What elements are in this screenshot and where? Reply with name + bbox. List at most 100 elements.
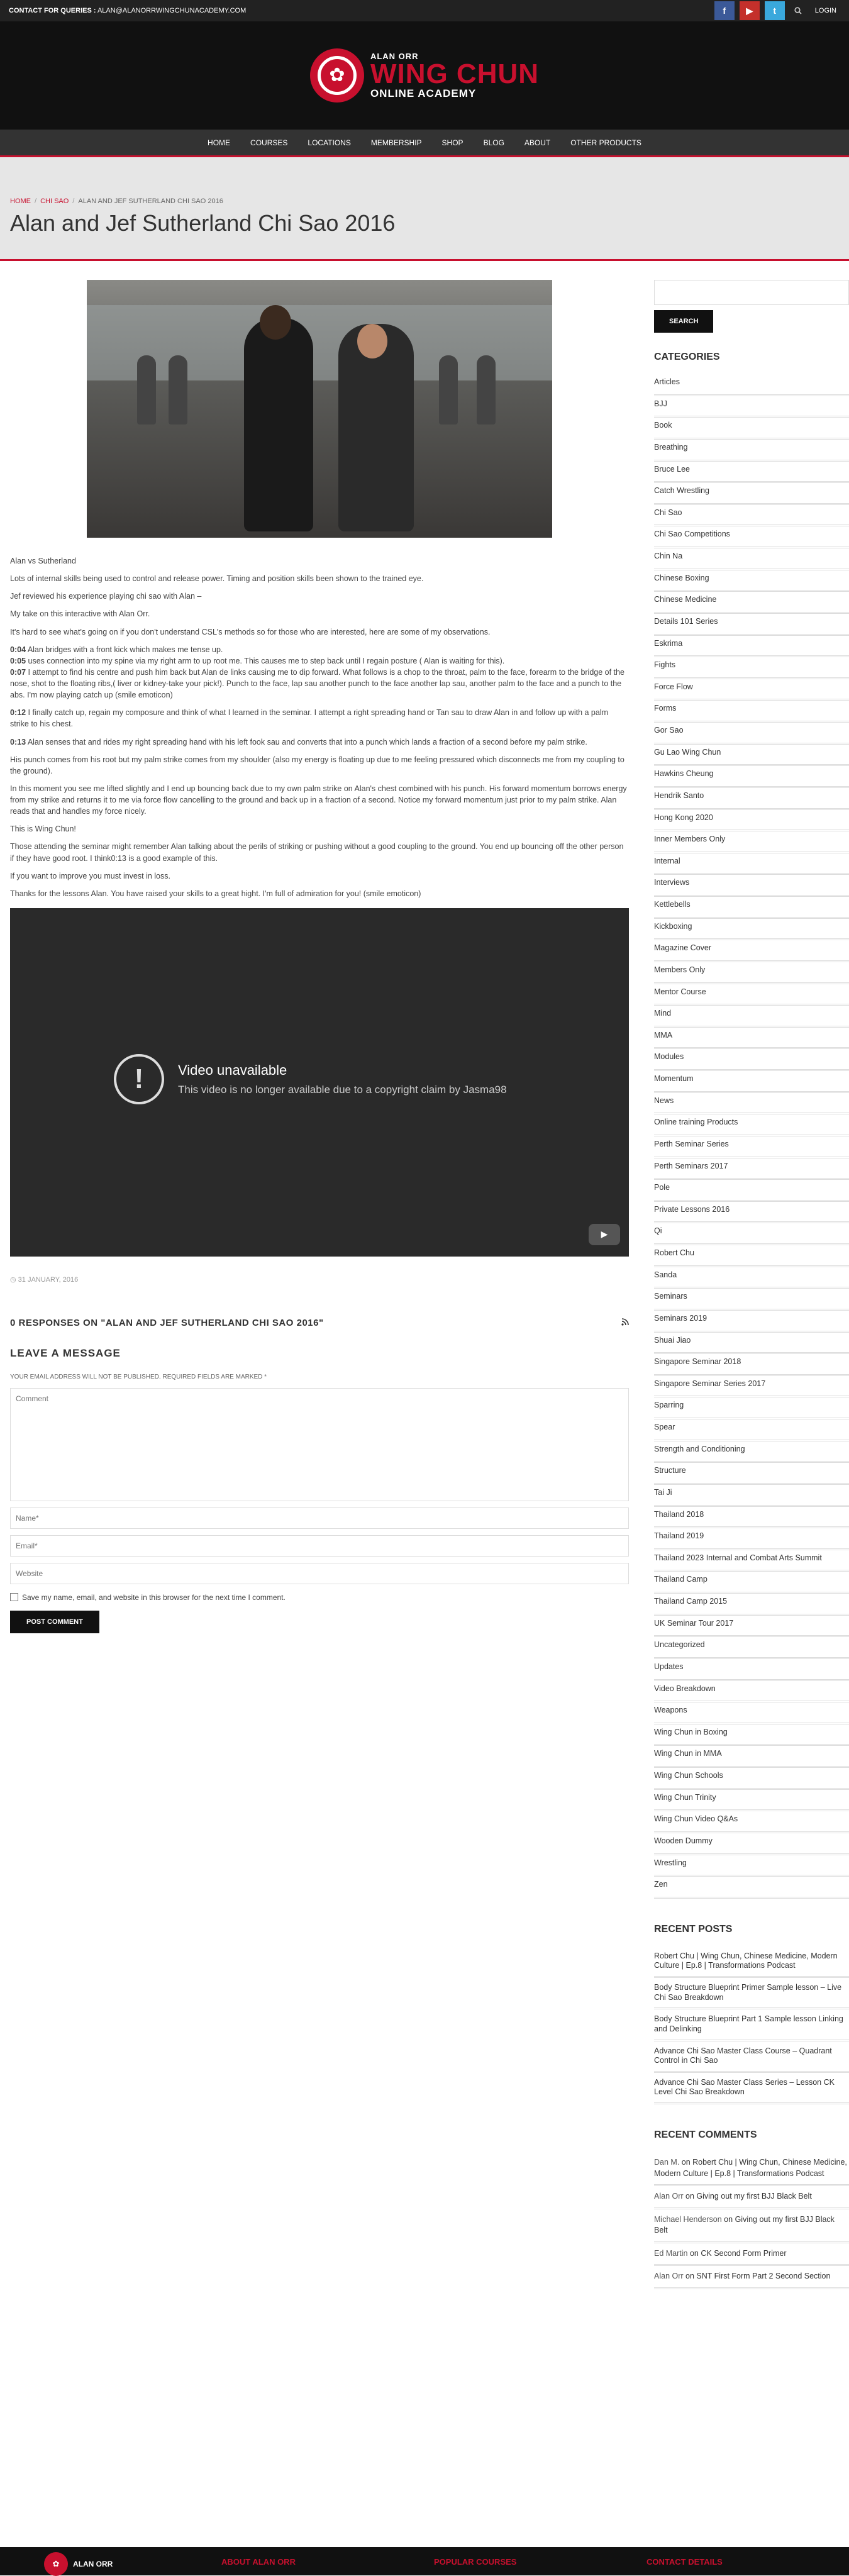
nav-courses[interactable]: COURSES — [240, 138, 297, 147]
category-item[interactable]: Members Only — [654, 962, 849, 984]
category-item[interactable]: Thailand 2018 — [654, 1507, 849, 1529]
search-icon[interactable] — [790, 1, 806, 20]
category-item[interactable]: Wing Chun in MMA — [654, 1746, 849, 1768]
login-link[interactable]: LOGIN — [811, 7, 840, 14]
save-info-checkbox[interactable] — [10, 1593, 18, 1602]
category-item[interactable]: Kickboxing — [654, 919, 849, 941]
category-item[interactable]: Video Breakdown — [654, 1681, 849, 1703]
category-item[interactable]: Tai Ji — [654, 1485, 849, 1507]
category-item[interactable]: Chinese Boxing — [654, 570, 849, 592]
category-item[interactable]: Seminars 2019 — [654, 1311, 849, 1333]
comment-post-link[interactable]: CK Second Form Primer — [701, 2249, 786, 2258]
category-item[interactable]: Eskrima — [654, 636, 849, 658]
category-item[interactable]: News — [654, 1093, 849, 1115]
category-item[interactable]: MMA — [654, 1028, 849, 1050]
category-item[interactable]: Bruce Lee — [654, 462, 849, 484]
category-item[interactable]: Chin Na — [654, 548, 849, 570]
category-item[interactable]: Gu Lao Wing Chun — [654, 745, 849, 767]
category-item[interactable]: Catch Wrestling — [654, 483, 849, 505]
nav-shop[interactable]: SHOP — [432, 138, 474, 147]
nav-locations[interactable]: LOCATIONS — [297, 138, 360, 147]
category-item[interactable]: Structure — [654, 1463, 849, 1485]
category-item[interactable]: Seminars — [654, 1289, 849, 1311]
recent-post-item[interactable]: Advance Chi Sao Master Class Series – Le… — [654, 2073, 849, 2104]
category-item[interactable]: Details 101 Series — [654, 614, 849, 636]
category-item[interactable]: Modules — [654, 1049, 849, 1071]
sidebar-search-input[interactable] — [654, 280, 849, 305]
category-item[interactable]: Internal — [654, 853, 849, 875]
category-item[interactable]: Robert Chu — [654, 1245, 849, 1267]
recent-post-item[interactable]: Body Structure Blueprint Primer Sample l… — [654, 1978, 849, 2010]
youtube-icon[interactable]: ▶ — [739, 1, 760, 20]
category-item[interactable]: Wrestling — [654, 1855, 849, 1877]
category-item[interactable]: Thailand Camp — [654, 1572, 849, 1594]
category-item[interactable]: Singapore Seminar 2018 — [654, 1354, 849, 1376]
category-item[interactable]: Updates — [654, 1659, 849, 1681]
category-item[interactable]: Perth Seminars 2017 — [654, 1158, 849, 1180]
category-item[interactable]: Thailand 2023 Internal and Combat Arts S… — [654, 1550, 849, 1572]
nav-home[interactable]: HOME — [197, 138, 240, 147]
category-item[interactable]: Gor Sao — [654, 723, 849, 745]
email-input[interactable] — [10, 1535, 629, 1557]
nav-about[interactable]: ABOUT — [514, 138, 560, 147]
contact-email-link[interactable]: ALAN@ALANORRWINGCHUNACADEMY.COM — [97, 7, 246, 14]
category-item[interactable]: Mind — [654, 1006, 849, 1028]
category-item[interactable]: Force Flow — [654, 679, 849, 701]
twitter-icon[interactable]: t — [764, 1, 785, 20]
category-item[interactable]: Wing Chun in Boxing — [654, 1724, 849, 1746]
recent-post-item[interactable]: Robert Chu | Wing Chun, Chinese Medicine… — [654, 1946, 849, 1978]
category-item[interactable]: UK Seminar Tour 2017 — [654, 1616, 849, 1638]
video-embed[interactable]: ! Video unavailable This video is no lon… — [10, 908, 629, 1257]
category-item[interactable]: Sanda — [654, 1267, 849, 1289]
name-input[interactable] — [10, 1507, 629, 1529]
rss-icon[interactable] — [621, 1318, 629, 1328]
category-item[interactable]: Spear — [654, 1419, 849, 1441]
category-item[interactable]: Wooden Dummy — [654, 1833, 849, 1855]
category-item[interactable]: Book — [654, 418, 849, 440]
category-item[interactable]: Inner Members Only — [654, 831, 849, 853]
website-input[interactable] — [10, 1562, 629, 1584]
category-item[interactable]: Kettlebells — [654, 897, 849, 919]
category-item[interactable]: Articles — [654, 374, 849, 396]
category-item[interactable]: Shuai Jiao — [654, 1333, 849, 1355]
category-item[interactable]: Zen — [654, 1877, 849, 1899]
category-item[interactable]: Momentum — [654, 1071, 849, 1093]
category-item[interactable]: Private Lessons 2016 — [654, 1202, 849, 1224]
category-item[interactable]: Wing Chun Schools — [654, 1768, 849, 1790]
category-item[interactable]: Perth Seminar Series — [654, 1136, 849, 1158]
category-item[interactable]: Online training Products — [654, 1114, 849, 1136]
post-comment-button[interactable]: POST COMMENT — [10, 1610, 99, 1633]
category-item[interactable]: Chi Sao — [654, 505, 849, 527]
youtube-play-icon[interactable]: ▶ — [589, 1223, 620, 1245]
comment-post-link[interactable]: Giving out my first BJJ Black Belt — [696, 2192, 811, 2201]
category-item[interactable]: Singapore Seminar Series 2017 — [654, 1376, 849, 1398]
category-item[interactable]: Hendrik Santo — [654, 788, 849, 810]
footer-logo[interactable]: ✿ ALAN ORR — [44, 2552, 113, 2576]
category-item[interactable]: Chi Sao Competitions — [654, 526, 849, 548]
category-item[interactable]: Wing Chun Trinity — [654, 1790, 849, 1812]
comment-post-link[interactable]: SNT First Form Part 2 Second Section — [696, 2272, 830, 2280]
category-item[interactable]: Strength and Conditioning — [654, 1441, 849, 1463]
category-item[interactable]: Breathing — [654, 440, 849, 462]
category-item[interactable]: Hawkins Cheung — [654, 766, 849, 788]
category-item[interactable]: Chinese Medicine — [654, 592, 849, 614]
category-item[interactable]: Pole — [654, 1180, 849, 1202]
nav-membership[interactable]: MEMBERSHIP — [361, 138, 432, 147]
category-item[interactable]: Mentor Course — [654, 984, 849, 1006]
category-item[interactable]: Magazine Cover — [654, 940, 849, 962]
recent-post-item[interactable]: Advance Chi Sao Master Class Course – Qu… — [654, 2041, 849, 2073]
category-item[interactable]: Qi — [654, 1223, 849, 1245]
facebook-icon[interactable]: f — [714, 1, 735, 20]
breadcrumb-section[interactable]: CHI SAO — [40, 197, 69, 205]
category-item[interactable]: Sparring — [654, 1397, 849, 1419]
recent-post-item[interactable]: Body Structure Blueprint Part 1 Sample l… — [654, 2009, 849, 2041]
category-item[interactable]: Wing Chun Video Q&As — [654, 1811, 849, 1833]
category-item[interactable]: Thailand Camp 2015 — [654, 1594, 849, 1616]
category-item[interactable]: Interviews — [654, 875, 849, 897]
category-item[interactable]: Forms — [654, 701, 849, 723]
category-item[interactable]: Weapons — [654, 1702, 849, 1724]
sidebar-search-button[interactable]: SEARCH — [654, 310, 714, 333]
category-item[interactable]: BJJ — [654, 396, 849, 418]
nav-other-products[interactable]: OTHER PRODUCTS — [560, 138, 652, 147]
site-logo[interactable]: ✿ ALAN ORR WING CHUN ONLINE ACADEMY — [309, 48, 539, 103]
